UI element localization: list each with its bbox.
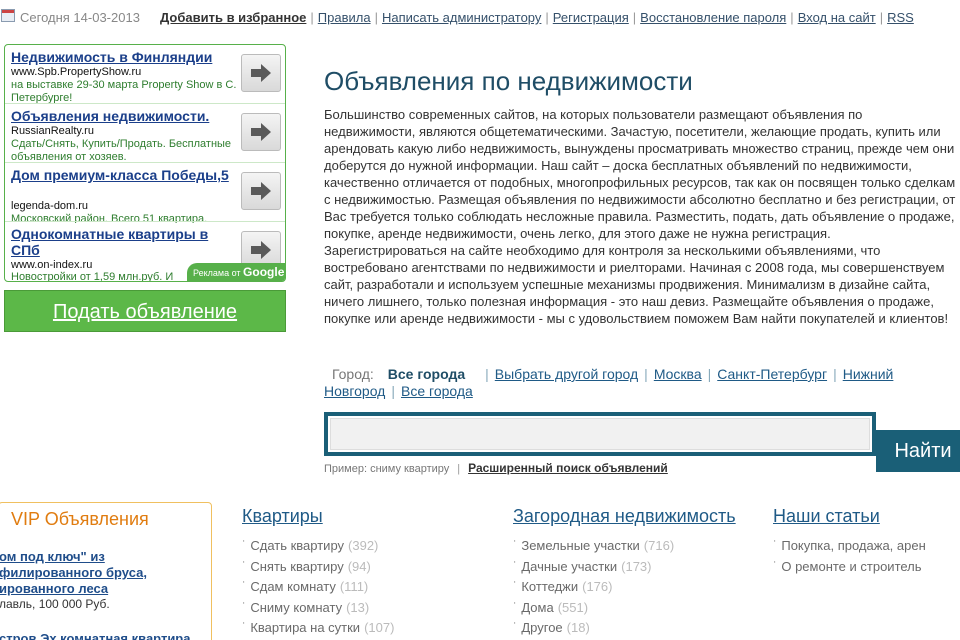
rules-link[interactable]: Правила: [318, 10, 371, 25]
city-selector: Город: Все города | Выбрать другой город | Мо…: [324, 366, 894, 399]
advanced-search-link[interactable]: Расширенный поиск объявлений: [468, 461, 668, 475]
arrow-right-icon[interactable]: [241, 172, 281, 210]
list-item[interactable]: ˙ Другое (18): [513, 618, 736, 639]
list-item[interactable]: ˙ Земельные участки (716): [513, 536, 736, 557]
arrow-right-icon[interactable]: [241, 113, 281, 151]
all-cities-link[interactable]: Все города: [401, 383, 473, 399]
ad-title[interactable]: Однокомнатные квартиры в СПб: [11, 226, 239, 258]
category-list: ˙ Земельные участки (716) ˙ Дачные участки(…: [513, 536, 736, 639]
ad-url: RussianRealty.ru: [11, 125, 94, 137]
list-item[interactable]: ˙ Квартира на сутки (107): [242, 618, 394, 639]
top-links: Добавить в избранное | Правила | Написать ад…: [160, 10, 914, 25]
vip-ad-link[interactable]: стров Эх комнатная квартира: [0, 631, 190, 640]
write-admin-link[interactable]: Написать администратору: [382, 10, 541, 25]
list-item[interactable]: ˙ Коттеджи (176): [513, 577, 736, 598]
vip-title: VIP Объявления: [11, 509, 149, 529]
category-list: ˙ Сдать квартиру (392) ˙ Снять квартиру (94)…: [242, 536, 394, 639]
rss-link[interactable]: RSS: [887, 10, 914, 25]
login-link[interactable]: Вход на сайт: [798, 10, 876, 25]
category-heading[interactable]: Загородная недвижимость: [513, 506, 736, 530]
category-apartments: Квартиры ˙ Сдать квартиру (392) ˙ Снять ква…: [242, 506, 394, 639]
vip-ad-link[interactable]: ом под ключ" из филированного бруса, иро…: [0, 549, 211, 597]
list-item[interactable]: ˙ Дачные участки (173): [513, 557, 736, 578]
list-item[interactable]: ˙ Сдам комнату (111): [242, 577, 394, 598]
add-to-favorites-link[interactable]: Добавить в избранное: [160, 10, 306, 25]
google-ads-block: Недвижимость в Финляндии www.Spb.Propert…: [4, 44, 286, 282]
ad-url: www.Spb.PropertyShow.ru: [11, 66, 142, 78]
vip-ads-block: VIP Объявления ом под ключ" из филирован…: [0, 502, 212, 640]
search-input[interactable]: [330, 418, 870, 450]
ad-title[interactable]: Недвижимость в Финляндии: [11, 49, 239, 65]
google-logo: Google: [243, 265, 285, 279]
category-articles: Наши статьи ˙ Покупка, продажа, арен ˙ О р…: [773, 506, 960, 577]
current-city: Все города: [387, 366, 466, 382]
category-country-realty: Загородная недвижимость ˙ Земельные участ…: [513, 506, 736, 639]
arrow-right-icon[interactable]: [241, 54, 281, 92]
search-example: Пример: сниму квартиру | Расширенный поиск…: [324, 461, 668, 475]
page-title: Объявления по недвижимости: [324, 66, 693, 96]
today-date: Сегодня 14-03-2013: [20, 10, 140, 25]
list-item[interactable]: ˙ Сниму комнату (13): [242, 598, 394, 619]
ad-item[interactable]: Дом премиум-класса Победы,5 legenda-dom.…: [5, 163, 285, 223]
registration-link[interactable]: Регистрация: [553, 10, 629, 25]
category-heading[interactable]: Наши статьи: [773, 506, 960, 530]
calendar-icon: [1, 9, 15, 22]
vip-ad-meta: лавль, 100 000 Руб.: [0, 597, 110, 611]
list-item[interactable]: ˙ Снять квартиру (94): [242, 557, 394, 578]
ad-url: legenda-dom.ru: [11, 200, 89, 212]
city-label: Город:: [332, 366, 374, 382]
ad-item[interactable]: Недвижимость в Финляндии www.Spb.Propert…: [5, 45, 285, 104]
category-heading[interactable]: Квартиры: [242, 506, 394, 530]
list-item[interactable]: ˙ Дома (551): [513, 598, 736, 619]
list-item[interactable]: ˙ Сдать квартиру (392): [242, 536, 394, 557]
ad-item[interactable]: Объявления недвижимости. RussianRealty.r…: [5, 104, 285, 163]
category-list: ˙ Покупка, продажа, арен ˙ О ремонте и стр…: [773, 536, 960, 577]
ad-description: на выставке 29-30 марта Property Show в …: [11, 79, 237, 104]
choose-city-link[interactable]: Выбрать другой город: [495, 366, 638, 382]
ads-by-google-badge[interactable]: Реклама от Google: [187, 263, 285, 281]
search-button[interactable]: Найти: [876, 430, 960, 472]
list-item[interactable]: ˙ Покупка, продажа, арен: [773, 536, 960, 557]
top-bar: Сегодня 14-03-2013 Добавить в избранное |…: [0, 8, 960, 28]
intro-text: Большинство современных сайтов, на котор…: [324, 107, 956, 326]
city-spb-link[interactable]: Санкт-Петербург: [717, 366, 827, 382]
ad-description: Сдать/Снять, Купить/Продать. Бесплатные …: [11, 138, 232, 163]
ad-title[interactable]: Объявления недвижимости.: [11, 108, 239, 124]
password-recovery-link[interactable]: Восстановление пароля: [640, 10, 786, 25]
ad-title[interactable]: Дом премиум-класса Победы,5: [11, 167, 239, 183]
list-item[interactable]: ˙ О ремонте и строитель: [773, 557, 960, 578]
search-box: [324, 412, 876, 456]
city-moscow-link[interactable]: Москва: [654, 366, 702, 382]
submit-ad-button[interactable]: Подать объявление: [4, 290, 286, 332]
